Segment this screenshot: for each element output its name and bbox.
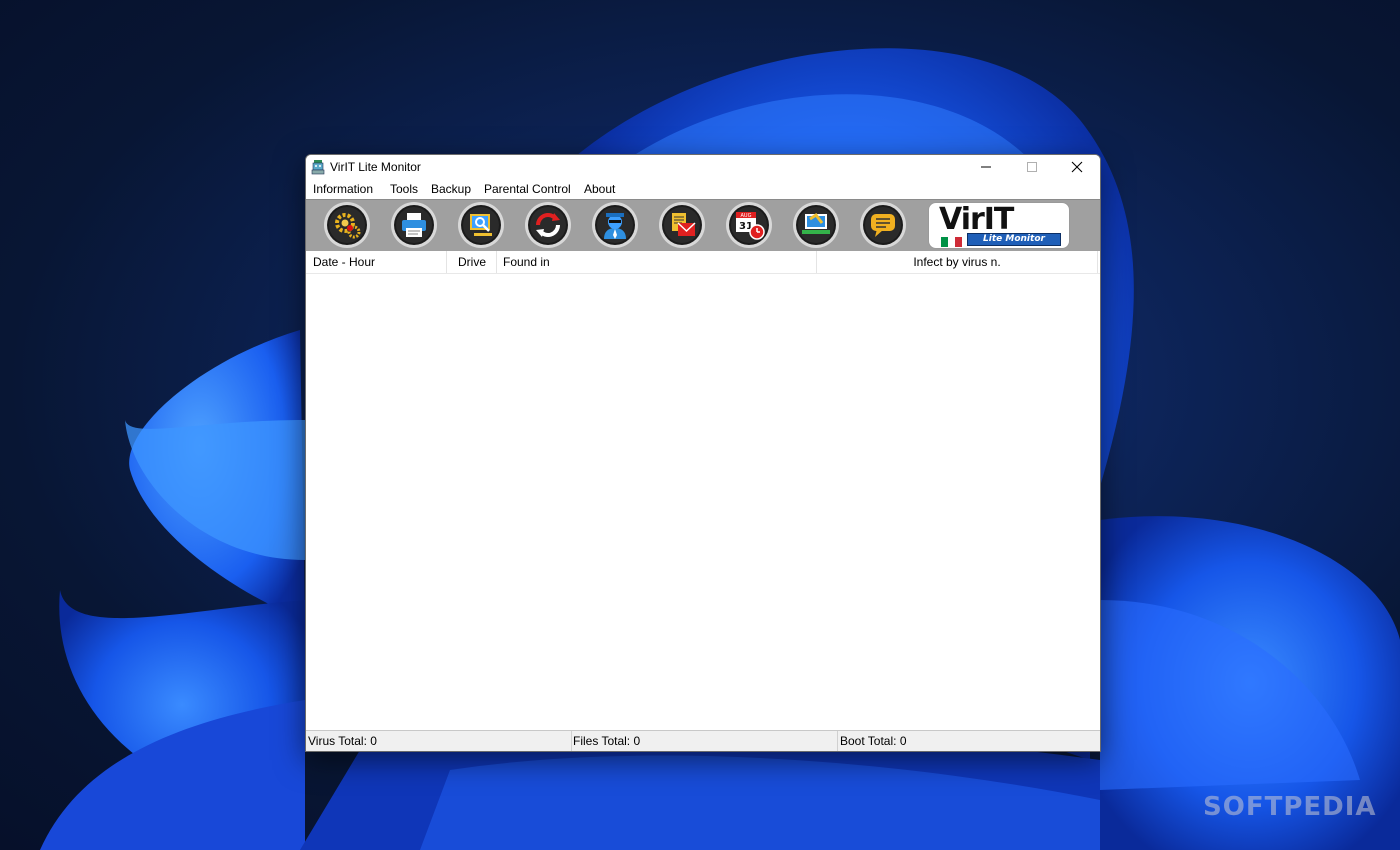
maximize-icon (1027, 162, 1037, 172)
mail-report-icon[interactable] (658, 201, 706, 249)
settings-gears-icon[interactable] (323, 201, 371, 249)
column-date-hour[interactable]: Date - Hour (306, 251, 447, 273)
logo-text: VirIT (939, 202, 1014, 237)
minimize-icon (981, 166, 991, 168)
list-header: Date - Hour Drive Found in Infect by vir… (306, 251, 1100, 274)
status-files-total: Files Total: 0 (572, 731, 838, 751)
menu-bar: Information Tools Backup Parental Contro… (306, 179, 1100, 199)
close-icon (1071, 161, 1083, 173)
printer-icon[interactable] (390, 201, 438, 249)
monitor-scan-icon[interactable] (457, 201, 505, 249)
status-virus-total: Virus Total: 0 (306, 731, 572, 751)
update-refresh-icon[interactable] (524, 201, 572, 249)
menu-backup[interactable]: Backup (431, 182, 471, 196)
status-boot-total: Boot Total: 0 (840, 734, 907, 748)
softpedia-watermark: SOFTPEDIA (1203, 792, 1377, 822)
minimize-button[interactable] (963, 155, 1009, 179)
virit-logo[interactable]: VirIT Lite Monitor (928, 202, 1070, 249)
svg-text:AUG: AUG (741, 213, 752, 219)
chat-message-icon[interactable] (859, 201, 907, 249)
maximize-button[interactable] (1009, 155, 1055, 179)
logo-subtitle: Lite Monitor (967, 233, 1061, 246)
column-found-in[interactable]: Found in (497, 251, 817, 273)
italian-flag-icon (941, 234, 963, 247)
status-bar: Virus Total: 0 Files Total: 0 Boot Total… (306, 730, 1100, 751)
spy-agent-icon[interactable] (591, 201, 639, 249)
app-icon (311, 160, 325, 175)
calendar-scheduler-icon[interactable]: AUG 31 (725, 201, 773, 249)
title-bar[interactable]: VirIT Lite Monitor (306, 155, 1100, 179)
close-button[interactable] (1054, 155, 1100, 179)
window-title: VirIT Lite Monitor (330, 160, 421, 174)
toolbar: AUG 31 VirIT Lite Monitor (306, 199, 1100, 252)
menu-parental-control[interactable]: Parental Control (484, 182, 571, 196)
menu-about[interactable]: About (584, 182, 615, 196)
menu-information[interactable]: Information (313, 182, 373, 196)
results-list[interactable] (306, 274, 1100, 729)
column-drive[interactable]: Drive (447, 251, 497, 273)
laptop-shield-icon[interactable] (792, 201, 840, 249)
app-window: VirIT Lite Monitor Information Tools Bac… (305, 154, 1101, 752)
menu-tools[interactable]: Tools (390, 182, 418, 196)
column-infect-by-virus[interactable]: Infect by virus n. (817, 251, 1098, 273)
